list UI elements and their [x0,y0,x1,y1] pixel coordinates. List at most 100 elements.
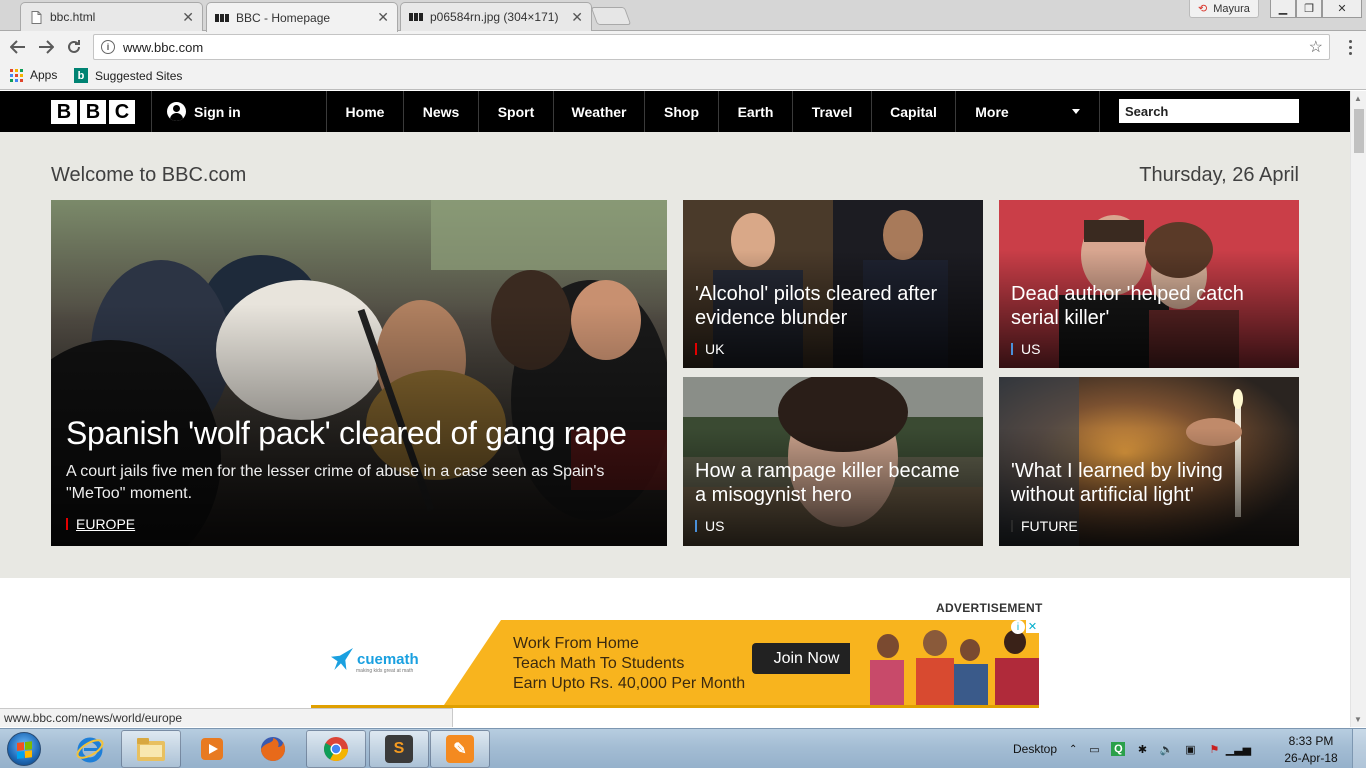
reload-icon [68,40,80,53]
main-story[interactable]: Spanish 'wolf pack' cleared of gang rape… [51,200,667,546]
bookmark-apps[interactable]: Apps [10,68,57,82]
taskbar-clock[interactable]: 8:33 PM 26-Apr-18 [1283,733,1339,767]
back-button[interactable] [8,37,28,57]
bookmark-star-icon[interactable]: ☆ [1309,37,1323,57]
taskbar-firefox[interactable] [243,730,303,768]
bbc-logo[interactable]: B B C [51,100,135,124]
reload-button[interactable] [64,37,84,57]
bbc-global-nav: B B C Sign in Home News Sport Weather Sh… [0,91,1350,132]
address-bar[interactable]: i www.bbc.com ☆ [93,34,1330,60]
search-box [1119,99,1319,123]
taskbar-internet-explorer[interactable] [60,730,120,768]
sign-in-link[interactable]: Sign in [167,102,241,121]
taskbar-paint[interactable]: ✎ [430,730,490,768]
nav-earth[interactable]: Earth [719,91,792,132]
close-tab-icon[interactable]: ✕ [182,9,194,26]
story-tag[interactable]: FUTURE [1011,518,1078,534]
new-tab-button[interactable] [590,7,632,25]
cuemath-logo: cuemath [331,648,419,670]
ad-info-icon[interactable]: i [1011,620,1025,634]
nav-weather[interactable]: Weather [554,91,644,132]
display-icon[interactable]: ▭ [1087,742,1101,756]
nav-news[interactable]: News [404,91,478,132]
story-headline[interactable]: Dead author 'helped catch serial killer' [1011,282,1287,330]
taskbar-media-player[interactable] [182,730,242,768]
minimize-button[interactable]: ▁ [1270,0,1296,18]
chevron-down-icon[interactable] [1072,109,1080,114]
nav-travel[interactable]: Travel [793,91,871,132]
close-window-button[interactable]: ✕ [1322,0,1362,18]
search-input[interactable] [1125,103,1300,119]
ad-close-icon[interactable]: ✕ [1026,620,1039,633]
main-story-headline[interactable]: Spanish 'wolf pack' cleared of gang rape [66,415,655,452]
forward-arrow-icon [39,40,54,54]
story-card[interactable]: Dead author 'helped catch serial killer'… [999,200,1299,368]
tag-label[interactable]: US [705,518,724,534]
desktop-toolbar-label[interactable]: Desktop [1013,742,1057,756]
story-headline[interactable]: 'What I learned by living without artifi… [1011,459,1287,507]
rocket-icon [331,648,353,670]
story-headline[interactable]: 'Alcohol' pilots cleared after evidence … [695,282,971,330]
scroll-down-icon[interactable]: ▼ [1354,715,1362,724]
vertical-scrollbar[interactable]: ▲ ▼ [1350,91,1366,727]
network-adapter-icon[interactable]: ▣ [1183,742,1197,756]
main-story-summary: A court jails five men for the lesser cr… [66,463,605,502]
action-center-icon[interactable]: ⚑ [1207,742,1221,756]
advertisement-label: ADVERTISEMENT [936,601,1043,615]
tag-marker [695,343,697,355]
profile-name: Mayura [1213,2,1250,15]
forward-button[interactable] [36,37,56,57]
nav-capital[interactable]: Capital [872,91,955,132]
file-explorer-icon [137,738,165,761]
tag-label[interactable]: EUROPE [76,516,135,532]
story-tag[interactable]: US [695,518,724,534]
browser-toolbar: i www.bbc.com ☆ [0,31,1366,63]
close-tab-icon[interactable]: ✕ [377,9,389,26]
signal-strength-icon[interactable]: ▁▃▅ [1226,742,1251,756]
site-info-icon[interactable]: i [101,40,115,54]
nav-more[interactable]: More [956,91,1028,132]
profile-button[interactable]: ⟲ Mayura [1189,0,1259,18]
story-card[interactable]: 'Alcohol' pilots cleared after evidence … [683,200,983,368]
story-card[interactable]: How a rampage killer became a misogynist… [683,377,983,546]
main-story-tag[interactable]: EUROPE [66,516,135,532]
date-heading: Thursday, 26 April [1139,164,1299,186]
taskbar-sublime-text[interactable]: S [369,730,429,768]
scroll-up-icon[interactable]: ▲ [1354,94,1362,103]
tab-bbc-homepage[interactable]: BBC - Homepage ✕ [206,2,398,32]
story-headline[interactable]: How a rampage killer became a misogynist… [695,459,971,507]
clock-date: 26-Apr-18 [1284,751,1338,765]
nav-shop[interactable]: Shop [645,91,718,132]
bookmarks-bar: Apps b Suggested Sites [0,63,1366,90]
show-desktop-button[interactable] [1352,729,1366,768]
nav-home[interactable]: Home [327,91,403,132]
tag-label[interactable]: UK [705,341,724,357]
chrome-menu-icon[interactable] [1343,37,1357,57]
user-icon [167,102,186,121]
bookmark-suggested-sites[interactable]: b Suggested Sites [74,68,182,83]
advertisement-banner[interactable]: cuemath making kids great at math Work F… [311,620,1039,708]
tag-label[interactable]: FUTURE [1021,518,1078,534]
taskbar-file-explorer[interactable] [121,730,181,768]
nav-sport[interactable]: Sport [479,91,553,132]
tab-bbc-html[interactable]: bbc.html ✕ [20,2,203,31]
start-button[interactable] [4,730,44,768]
join-now-button[interactable]: Join Now [752,643,861,674]
taskbar-chrome[interactable] [306,730,366,768]
bookmark-label: Suggested Sites [95,68,183,83]
story-card[interactable]: 'What I learned by living without artifi… [999,377,1299,546]
show-hidden-icons-icon[interactable]: ⌃ [1069,744,1077,755]
url-text[interactable]: www.bbc.com [123,40,1309,55]
volume-icon[interactable]: 🔈 [1159,742,1174,756]
story-tag[interactable]: US [1011,341,1040,357]
bluetooth-icon[interactable]: ✱ [1135,742,1149,756]
close-tab-icon[interactable]: ✕ [571,9,583,26]
tab-image[interactable]: p06584rn.jpg (304×171) ✕ [400,2,592,31]
quickheal-icon[interactable]: Q [1111,742,1126,756]
scrollbar-thumb[interactable] [1354,109,1364,153]
story-tag[interactable]: UK [695,341,724,357]
tag-label[interactable]: US [1021,341,1040,357]
windows-taskbar: S ✎ Desktop ⌃ ▭ Q ✱ 🔈 ▣ ⚑ ▁▃▅ 8:33 PM 26… [0,728,1366,768]
page-viewport: B B C Sign in Home News Sport Weather Sh… [0,91,1350,727]
restore-button[interactable]: ❐ [1296,0,1322,18]
